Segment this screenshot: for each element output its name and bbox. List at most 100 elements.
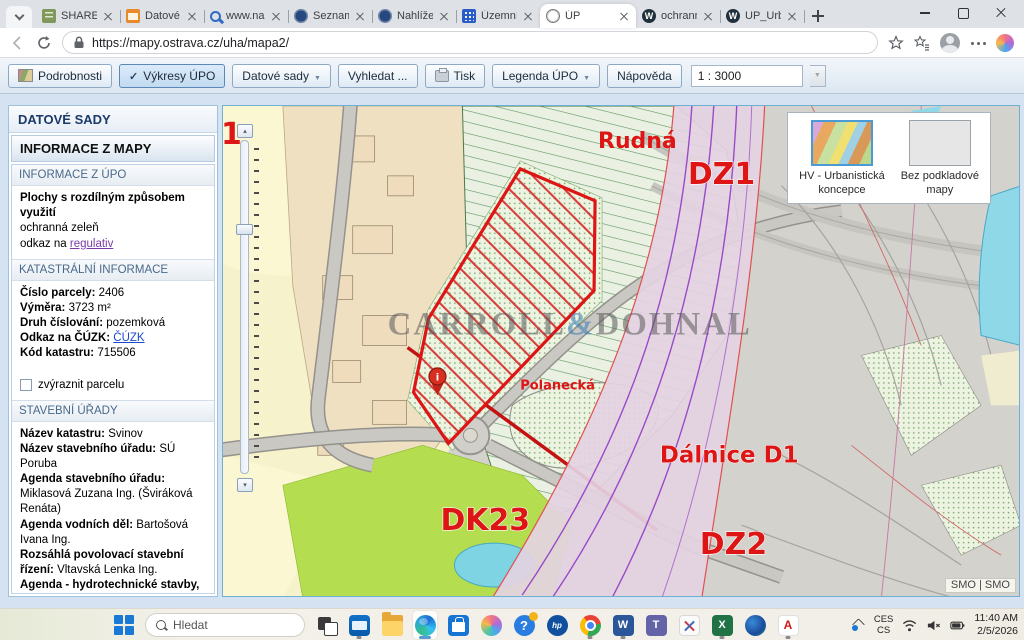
word-icon <box>613 615 634 636</box>
snipping-tool-button[interactable] <box>677 611 701 639</box>
minimize-button[interactable] <box>906 0 944 26</box>
tab-nahlizeni-katastr[interactable]: Nahlížení do k <box>372 4 456 28</box>
upo-info-block: Plochy s rozdílným způsobem využití ochr… <box>12 186 214 259</box>
tab-up-active[interactable]: ÚP <box>540 4 636 28</box>
acrobat-icon <box>778 615 799 636</box>
battery-icon[interactable] <box>950 618 965 633</box>
label-dz1: DZ1 <box>688 157 755 192</box>
datove-sady-button[interactable]: Datové sady <box>232 64 331 88</box>
tab-nahlizeni[interactable]: www.nahlizen <box>204 4 288 28</box>
page-content: DATOVÉ SADY INFORMACE Z MAPY INFORMACE Z… <box>0 94 1024 608</box>
copilot-icon[interactable] <box>996 34 1014 52</box>
napoveda-button[interactable]: Nápověda <box>607 64 682 88</box>
basemap-option-none[interactable]: Bez podkladové mapy <box>901 120 979 198</box>
teams-button[interactable] <box>644 611 668 639</box>
zoom-track[interactable] <box>240 140 249 474</box>
tab-search-button[interactable] <box>6 6 32 28</box>
chrome-button[interactable] <box>578 611 602 639</box>
globe-gray-icon <box>546 9 560 23</box>
new-tab-button[interactable] <box>808 6 828 26</box>
copilot-app-icon <box>481 615 502 636</box>
clock[interactable]: 11:40 AM 2/5/2026 <box>974 612 1018 638</box>
legenda-upo-button[interactable]: Legenda ÚPO <box>492 64 600 88</box>
language-indicator[interactable]: CES CS <box>874 614 894 637</box>
file-explorer-button[interactable] <box>380 611 404 639</box>
task-view-icon <box>316 615 337 636</box>
get-help-button[interactable] <box>512 611 536 639</box>
outlook-button[interactable] <box>347 611 371 639</box>
basemap-option-hv[interactable]: HV - Urbanistická koncepce <box>799 120 885 198</box>
copilot-button[interactable] <box>479 611 503 639</box>
favorites-icon[interactable] <box>914 35 930 51</box>
dropdown-arrow-icon <box>314 69 321 83</box>
taskbar-apps: Hledat <box>112 609 800 640</box>
datove-sady-panel: DATOVÉ SADY INFORMACE Z MAPY INFORMACE Z… <box>8 105 218 597</box>
vykresy-upo-button[interactable]: Výkresy ÚPO <box>119 64 225 88</box>
circle-app-button[interactable] <box>743 611 767 639</box>
tab-close-icon[interactable] <box>522 10 534 22</box>
highlight-parcel-row: zvýraznit parcelu <box>12 369 214 400</box>
taskbar-search[interactable]: Hledat <box>145 613 305 637</box>
url-text: https://mapy.ostrava.cz/uha/mapa2/ <box>92 36 289 50</box>
edge-button[interactable] <box>413 611 437 639</box>
refresh-icon[interactable] <box>36 35 52 51</box>
bookmark-star-icon[interactable] <box>888 35 904 51</box>
tab-close-icon[interactable] <box>186 10 198 22</box>
store-button[interactable] <box>446 611 470 639</box>
back-icon[interactable] <box>10 35 26 51</box>
globe-navy-icon <box>294 9 308 23</box>
tab-close-icon[interactable] <box>618 10 630 22</box>
tab-close-icon[interactable] <box>786 10 798 22</box>
excel-button[interactable] <box>710 611 734 639</box>
teams-icon <box>646 615 667 636</box>
tab-close-icon[interactable] <box>102 10 114 22</box>
globe-navy-icon <box>378 9 392 23</box>
label-dk23: DK23 <box>440 503 530 538</box>
zoom-in-button[interactable] <box>237 124 253 138</box>
vyhledat-button[interactable]: Vyhledat ... <box>338 64 418 88</box>
tab-up-urbanism[interactable]: UP_Urbanism <box>720 4 804 28</box>
task-view-button[interactable] <box>314 611 338 639</box>
tab-ochranna-zelen[interactable]: ochranna_zele <box>636 4 720 28</box>
start-button[interactable] <box>112 611 136 639</box>
tab-uzemni-plan[interactable]: Územní plán O <box>456 4 540 28</box>
map-attribution: SMO | SMO <box>945 578 1016 593</box>
map-canvas[interactable]: Rudná DZ1 Dálnice D1 DZ2 DK23 Polanecká … <box>222 105 1020 597</box>
lock-icon <box>73 36 85 49</box>
dropdown-arrow-icon <box>583 69 590 83</box>
tab-seznam-nemovitosti[interactable]: Seznam nemo <box>288 4 372 28</box>
zoom-handle[interactable] <box>236 224 253 235</box>
scale-dropdown-button[interactable] <box>810 65 826 87</box>
tisk-button[interactable]: Tisk <box>425 64 486 88</box>
panel-body: INFORMACE Z ÚPO Plochy s rozdílným způso… <box>11 164 215 594</box>
tab-shared-list[interactable]: SHARED LIST <box>36 4 120 28</box>
tab-close-icon[interactable] <box>702 10 714 22</box>
profile-avatar[interactable] <box>940 33 960 53</box>
wifi-icon[interactable] <box>902 618 917 633</box>
word-button[interactable] <box>611 611 635 639</box>
url-field[interactable]: https://mapy.ostrava.cz/uha/mapa2/ <box>62 31 878 54</box>
scale-combobox[interactable]: 1 : 3000 <box>691 65 803 87</box>
tab-close-icon[interactable] <box>438 10 450 22</box>
maximize-button[interactable] <box>944 0 982 26</box>
hp-button[interactable] <box>545 611 569 639</box>
zoom-out-button[interactable] <box>237 478 253 492</box>
hidden-icons-button[interactable] <box>851 618 865 632</box>
tab-close-icon[interactable] <box>270 10 282 22</box>
tab-datove-schranky[interactable]: Datové schrán <box>120 4 204 28</box>
regulativ-link[interactable]: regulativ <box>70 238 113 250</box>
highlight-parcel-checkbox[interactable] <box>20 379 32 391</box>
basemap-thumbnail-hv[interactable] <box>811 120 873 166</box>
basemap-thumbnail-none[interactable] <box>909 120 971 166</box>
acrobat-button[interactable] <box>776 611 800 639</box>
close-button[interactable] <box>982 0 1020 26</box>
edge-icon <box>415 615 436 636</box>
browser-menu-icon[interactable] <box>970 35 986 51</box>
volume-muted-icon[interactable] <box>926 618 941 633</box>
cuzk-link[interactable]: ČÚZK <box>113 332 144 344</box>
podrobnosti-button[interactable]: Podrobnosti <box>8 64 112 88</box>
zoom-ticks <box>254 148 259 466</box>
windows-taskbar: Hledat CES CS <box>0 608 1024 640</box>
tab-close-icon[interactable] <box>354 10 366 22</box>
panel-title: DATOVÉ SADY <box>9 106 217 133</box>
